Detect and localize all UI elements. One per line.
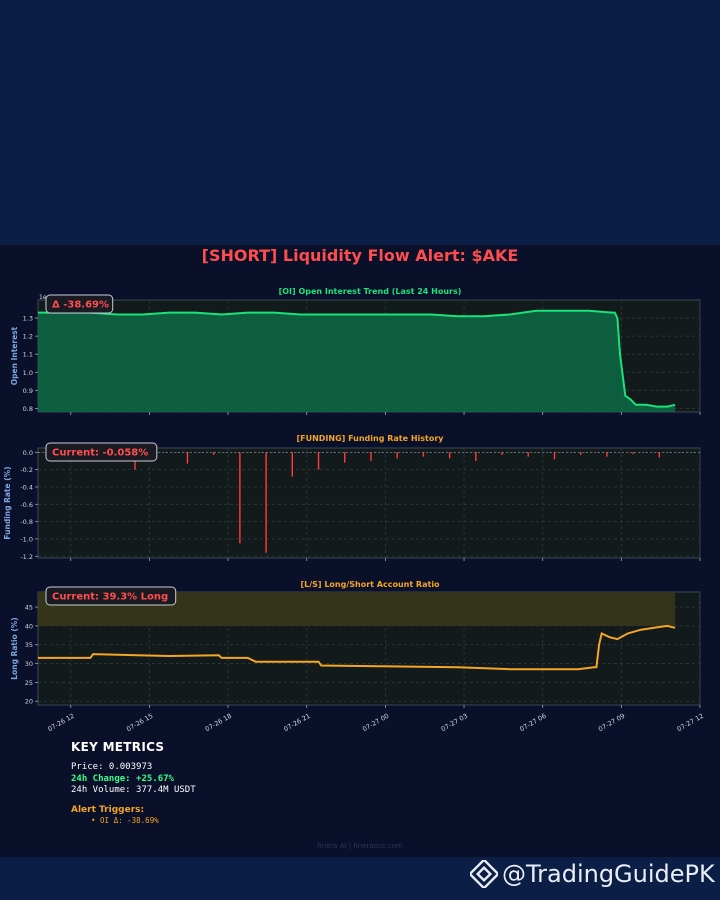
badge-text: Δ -38.69% (52, 300, 109, 311)
y-tick-label: 1.2 (23, 333, 33, 341)
chart-panel-3: [L/S] Long/Short Account Ratio Long Ratio… (10, 580, 701, 708)
chart-title: [L/S] Long/Short Account Ratio (300, 580, 440, 589)
triggers-heading: Alert Triggers: (71, 804, 145, 815)
y-tick-label: 25 (25, 679, 33, 687)
y-axis-label: Funding Rate (%) (3, 466, 12, 539)
y-axis-label: Long Ratio (%) (10, 617, 19, 679)
x-tick-label: 07-27 12 (676, 712, 705, 734)
y-tick-label: 20 (25, 698, 33, 706)
metric-price: Price: 0.003973 (71, 762, 153, 772)
y-tick-label: 35 (25, 641, 33, 649)
metric-change: 24h Change: +25.67% (71, 773, 174, 784)
chart-panel-1: [OI] Open Interest Trend (Last 24 Hours)… (10, 287, 701, 415)
key-metrics: KEY METRICS Price: 0.003973 24h Change: … (71, 740, 196, 825)
brand-text: @TradingGuidePK (502, 860, 715, 888)
y-tick-label: 30 (25, 660, 33, 668)
plot-area (37, 447, 701, 559)
y-tick-label: 40 (25, 622, 33, 630)
x-tick-label: 07-26 21 (282, 712, 311, 734)
y-tick-label: -0.8 (20, 518, 33, 526)
x-tick-label: 07-26 18 (204, 712, 233, 734)
y-tick-label: 0.8 (23, 405, 33, 413)
chart-title: [OI] Open Interest Trend (Last 24 Hours) (279, 287, 462, 296)
x-tick-label: 07-27 06 (518, 712, 547, 734)
badge-text: Current: -0.058% (52, 448, 148, 459)
metrics-heading: KEY METRICS (71, 740, 165, 754)
x-tick-label: 07-26 15 (125, 712, 154, 734)
y-tick-label: -1.0 (20, 535, 33, 543)
brand-tag: @TradingGuidePK (470, 858, 715, 890)
y-tick-label: -1.2 (20, 553, 33, 561)
y-tick-label: 0.9 (23, 387, 33, 395)
x-tick-label: 07-27 00 (361, 712, 390, 734)
trigger-item: • OI Δ: -38.69% (91, 815, 159, 825)
x-tick-label: 07-27 03 (440, 712, 469, 734)
y-tick-label: 1.3 (23, 315, 33, 323)
watermark: finera AI | fineraocc.com (317, 842, 403, 850)
binance-diamond-icon (470, 860, 498, 888)
y-tick-label: -0.2 (20, 466, 33, 474)
oi-area-fill (38, 310, 676, 412)
metric-volume: 24h Volume: 377.4M USDT (71, 785, 196, 795)
chart-title: [FUNDING] Funding Rate History (296, 434, 444, 443)
y-tick-label: 1.1 (23, 351, 33, 359)
y-tick-label: 0.0 (23, 449, 33, 457)
y-tick-label: -0.4 (20, 483, 33, 491)
x-tick-label: 07-27 09 (597, 712, 626, 734)
y-axis-label: Open Interest (10, 326, 19, 385)
chart-panel-2: [FUNDING] Funding Rate History Funding Ra… (3, 434, 701, 561)
badge-text: Current: 39.3% Long (52, 592, 168, 603)
y-tick-label: 1.0 (23, 369, 33, 377)
x-tick-label: 07-26 12 (46, 712, 75, 734)
y-tick-label: 45 (25, 604, 33, 612)
y-tick-label: -0.6 (20, 501, 33, 509)
